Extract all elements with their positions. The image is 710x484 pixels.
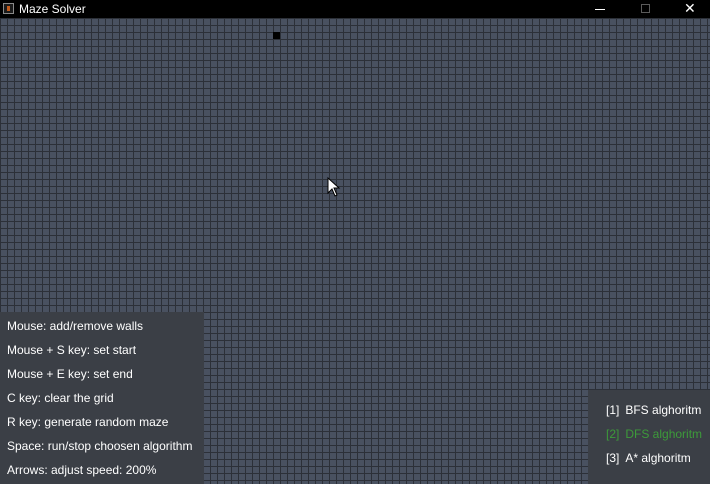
help-line-set-end: Mouse + E key: set end xyxy=(7,367,133,381)
minimize-button[interactable] xyxy=(577,0,623,18)
algorithm-key: [2] xyxy=(606,427,620,441)
algorithm-select-panel: [1] BFS alghoritm [2] DFS alghoritm [3] A* … xyxy=(588,390,710,484)
window-title: Maze Solver xyxy=(19,2,86,16)
maximize-button[interactable] xyxy=(623,0,669,18)
algorithm-name: BFS alghoritm xyxy=(625,403,702,417)
maximize-icon xyxy=(641,4,650,13)
mouse-pointer-icon xyxy=(327,177,341,197)
algorithm-option-astar[interactable]: [3] A* alghoritm xyxy=(606,451,691,465)
app-window: Maze Solver ✕ Mouse: add/remove walls Mo… xyxy=(0,0,710,484)
close-icon: ✕ xyxy=(684,1,696,17)
java-app-icon xyxy=(3,3,14,14)
close-button[interactable]: ✕ xyxy=(668,0,710,18)
minimize-icon xyxy=(595,9,605,10)
wall-cell[interactable] xyxy=(273,32,280,39)
help-line-mouse: Mouse: add/remove walls xyxy=(7,319,144,333)
algorithm-name: DFS alghoritm xyxy=(625,427,703,441)
help-line-run-stop: Space: run/stop choosen algorithm xyxy=(7,439,193,453)
help-line-speed: Arrows: adjust speed: 200% xyxy=(7,463,157,477)
algorithm-option-dfs[interactable]: [2] DFS alghoritm xyxy=(606,427,702,441)
help-line-clear-grid: C key: clear the grid xyxy=(7,391,114,405)
algorithm-key: [3] xyxy=(606,451,620,465)
title-bar[interactable]: Maze Solver ✕ xyxy=(0,0,710,18)
algorithm-name: A* alghoritm xyxy=(625,451,691,465)
algorithm-key: [1] xyxy=(606,403,620,417)
algorithm-option-bfs[interactable]: [1] BFS alghoritm xyxy=(606,403,701,417)
help-line-set-start: Mouse + S key: set start xyxy=(7,343,137,357)
help-line-random-maze: R key: generate random maze xyxy=(7,415,169,429)
controls-help-panel: Mouse: add/remove walls Mouse + S key: s… xyxy=(0,312,204,484)
